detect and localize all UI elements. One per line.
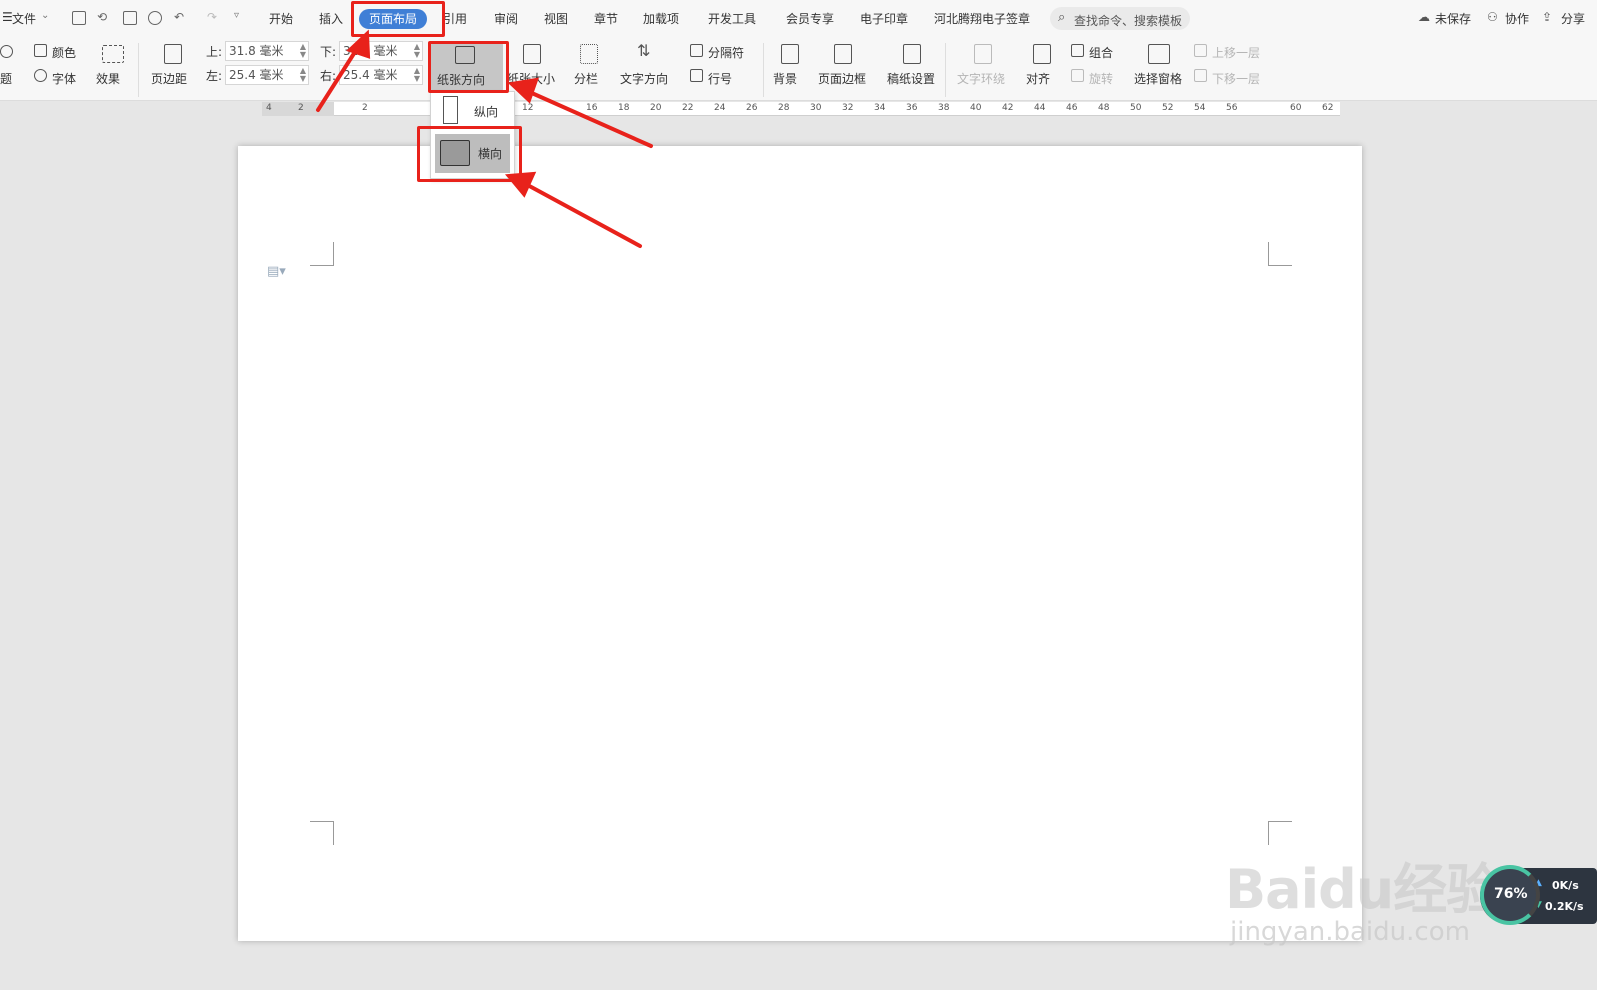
annotation-arrow [520, 180, 642, 248]
arrow-head [505, 171, 537, 198]
annotation-arrow [523, 88, 653, 148]
annotation-arrow [316, 42, 362, 112]
upload-speed: 0K/s [1552, 879, 1579, 892]
arrow-head [507, 77, 540, 104]
download-speed: 0.2K/s [1545, 900, 1584, 913]
annotation-arrows [316, 29, 653, 248]
watermark-url: jingyan.baidu.com [1230, 917, 1470, 947]
speed-gauge[interactable]: 76% [1480, 865, 1540, 925]
arrow-head [346, 29, 371, 59]
watermark-brand: Baidu经验 [1225, 858, 1500, 921]
speed-percent: 76% [1494, 886, 1528, 902]
